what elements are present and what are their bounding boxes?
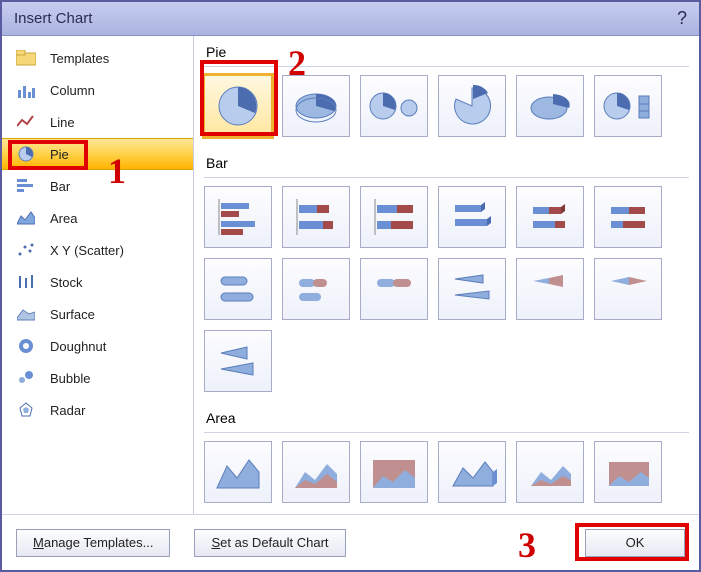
category-label: Line bbox=[50, 115, 75, 130]
thumb-bar-stacked[interactable] bbox=[282, 186, 350, 248]
category-surface[interactable]: Surface bbox=[2, 298, 193, 330]
category-templates[interactable]: Templates bbox=[2, 42, 193, 74]
pie-icon bbox=[16, 144, 36, 164]
thumb-pie-3d[interactable] bbox=[282, 75, 350, 137]
thumb-bar-of-pie[interactable] bbox=[594, 75, 662, 137]
thumb-bar-100[interactable] bbox=[360, 186, 428, 248]
category-label: Radar bbox=[50, 403, 85, 418]
category-line[interactable]: Line bbox=[2, 106, 193, 138]
surface-icon bbox=[16, 304, 36, 324]
category-label: Doughnut bbox=[50, 339, 106, 354]
stock-icon bbox=[16, 272, 36, 292]
category-column[interactable]: Column bbox=[2, 74, 193, 106]
thumb-bar-cyl-clustered[interactable] bbox=[204, 258, 272, 320]
thumb-area-3d-stacked[interactable] bbox=[516, 441, 584, 503]
thumb-bar-cone-100[interactable] bbox=[594, 258, 662, 320]
thumb-bar-clustered[interactable] bbox=[204, 186, 272, 248]
category-list: Templates Column Line Pie Bar bbox=[2, 36, 194, 514]
column-icon bbox=[16, 80, 36, 100]
thumb-area-stacked[interactable] bbox=[282, 441, 350, 503]
thumb-pie-exploded[interactable] bbox=[438, 75, 506, 137]
category-bubble[interactable]: Bubble bbox=[2, 362, 193, 394]
thumb-pie-exploded-3d[interactable] bbox=[516, 75, 584, 137]
footer: Manage Templates... Set as Default Chart… bbox=[2, 514, 699, 570]
thumb-bar-cyl-stacked[interactable] bbox=[282, 258, 350, 320]
category-label: Stock bbox=[50, 275, 83, 290]
category-bar[interactable]: Bar bbox=[2, 170, 193, 202]
radar-icon bbox=[16, 400, 36, 420]
section-header: Bar bbox=[204, 151, 689, 178]
ok-button[interactable]: OK bbox=[585, 529, 685, 557]
thumb-area-100[interactable] bbox=[360, 441, 428, 503]
thumb-area-3d[interactable] bbox=[438, 441, 506, 503]
category-scatter[interactable]: X Y (Scatter) bbox=[2, 234, 193, 266]
category-area[interactable]: Area bbox=[2, 202, 193, 234]
dialog-title: Insert Chart bbox=[14, 10, 92, 27]
manage-templates-button[interactable]: Manage Templates... bbox=[16, 529, 170, 557]
thumb-bar-3d-100[interactable] bbox=[594, 186, 662, 248]
section-pie: Pie bbox=[194, 36, 699, 147]
bar-icon bbox=[16, 176, 36, 196]
thumb-bar-3d-stacked[interactable] bbox=[516, 186, 584, 248]
chart-gallery: Pie bbox=[194, 36, 699, 514]
category-label: Templates bbox=[50, 51, 109, 66]
category-label: Column bbox=[50, 83, 95, 98]
category-label: Bar bbox=[50, 179, 70, 194]
thumb-bar-cone-clustered[interactable] bbox=[438, 258, 506, 320]
set-default-button[interactable]: Set as Default Chart bbox=[194, 529, 345, 557]
category-label: Area bbox=[50, 211, 77, 226]
thumb-pie-of-pie[interactable] bbox=[360, 75, 428, 137]
category-radar[interactable]: Radar bbox=[2, 394, 193, 426]
category-label: Surface bbox=[50, 307, 95, 322]
thumb-area-3d-100[interactable] bbox=[594, 441, 662, 503]
category-label: Pie bbox=[50, 147, 69, 162]
category-label: Bubble bbox=[50, 371, 90, 386]
category-pie[interactable]: Pie bbox=[2, 138, 193, 170]
titlebar: Insert Chart ? bbox=[2, 2, 699, 36]
folder-icon bbox=[16, 48, 36, 68]
thumb-bar-3d-clustered[interactable] bbox=[438, 186, 506, 248]
thumb-area[interactable] bbox=[204, 441, 272, 503]
section-header: Pie bbox=[204, 40, 689, 67]
doughnut-icon bbox=[16, 336, 36, 356]
category-label: X Y (Scatter) bbox=[50, 243, 124, 258]
category-doughnut[interactable]: Doughnut bbox=[2, 330, 193, 362]
scatter-icon bbox=[16, 240, 36, 260]
line-icon bbox=[16, 112, 36, 132]
thumb-bar-pyr-clustered[interactable] bbox=[204, 330, 272, 392]
bubble-icon bbox=[16, 368, 36, 388]
thumb-bar-cone-stacked[interactable] bbox=[516, 258, 584, 320]
thumb-bar-cyl-100[interactable] bbox=[360, 258, 428, 320]
section-header: Area bbox=[204, 406, 689, 433]
main: Templates Column Line Pie Bar bbox=[2, 36, 699, 514]
category-stock[interactable]: Stock bbox=[2, 266, 193, 298]
thumb-pie[interactable] bbox=[204, 75, 272, 137]
section-area: Area bbox=[194, 402, 699, 513]
area-icon bbox=[16, 208, 36, 228]
section-bar: Bar bbox=[194, 147, 699, 402]
help-button[interactable]: ? bbox=[677, 8, 687, 29]
